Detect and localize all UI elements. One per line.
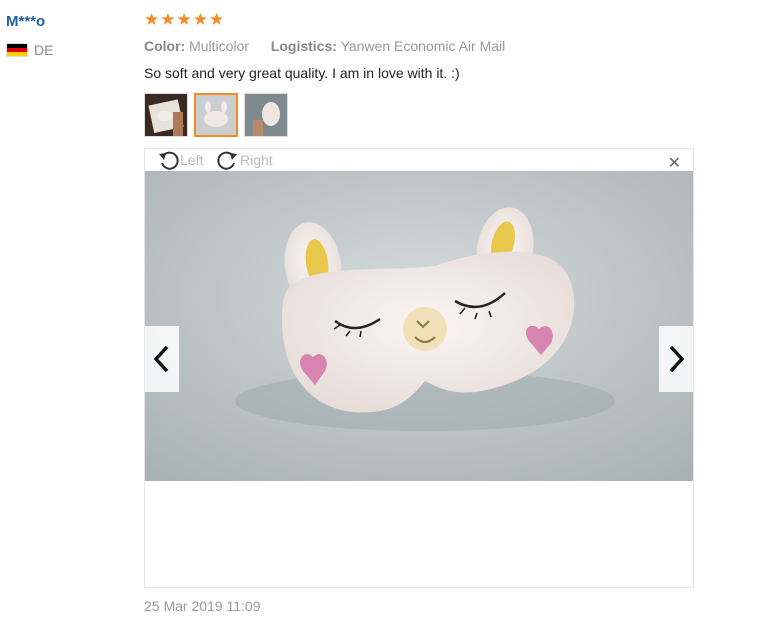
rotate-left-button[interactable]: Left <box>157 149 203 171</box>
star-icon: ★ <box>160 10 176 30</box>
color-label: Color: <box>144 38 186 54</box>
chevron-right-icon <box>669 345 685 373</box>
close-icon[interactable]: ✕ <box>668 153 681 172</box>
germany-flag-icon <box>6 43 28 57</box>
star-rating: ★ ★ ★ ★ ★ <box>144 10 224 30</box>
thumbnail-2[interactable] <box>194 93 238 137</box>
thumbnail-3[interactable] <box>244 93 288 137</box>
star-icon: ★ <box>192 10 208 30</box>
star-icon: ★ <box>209 10 225 30</box>
rotate-left-label: Left <box>180 152 204 168</box>
thumbnail-1[interactable] <box>144 93 188 137</box>
logistics-value: Yanwen Economic Air Mail <box>340 38 506 54</box>
logistics-label: Logistics: <box>270 38 337 54</box>
photo-viewer: Left Right ✕ <box>144 148 694 588</box>
reviewer-country: DE <box>6 42 53 58</box>
order-info: Color: Multicolor Logistics: Yanwen Econ… <box>144 38 505 54</box>
rotate-left-icon <box>159 151 179 170</box>
rotate-right-label: Right <box>240 152 273 168</box>
rotate-right-button[interactable]: Right <box>217 149 273 171</box>
chevron-left-icon <box>153 345 169 373</box>
review-date: 25 Mar 2019 11:09 <box>144 598 261 614</box>
photo-thumbnails <box>144 93 288 137</box>
review-photo <box>145 171 693 481</box>
next-photo-button[interactable] <box>659 326 693 392</box>
country-code: DE <box>34 42 54 58</box>
reviewer-name[interactable]: M***o <box>6 13 45 30</box>
rotate-right-icon <box>217 151 237 170</box>
star-icon: ★ <box>176 10 192 30</box>
star-icon: ★ <box>144 10 160 30</box>
color-value: Multicolor <box>189 38 250 54</box>
review-text: So soft and very great quality. I am in … <box>144 65 460 81</box>
previous-photo-button[interactable] <box>145 326 179 392</box>
